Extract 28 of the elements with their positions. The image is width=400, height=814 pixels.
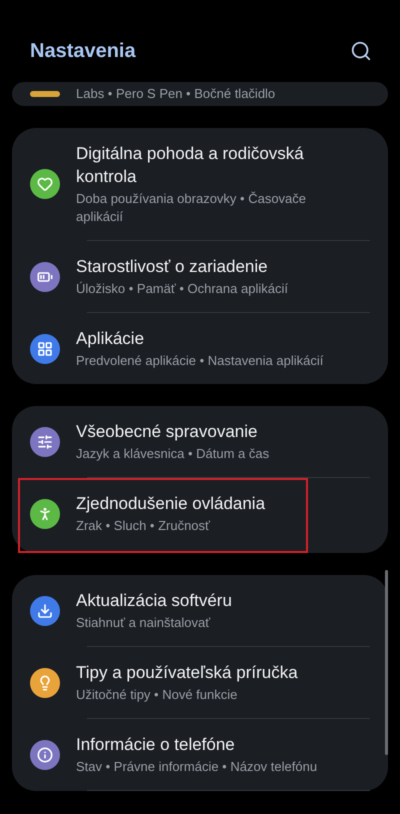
search-icon[interactable] bbox=[350, 40, 372, 62]
item-subtitle: Zrak • Sluch • Zručnosť bbox=[76, 517, 211, 535]
item-title: Aktualizácia softvéru bbox=[76, 590, 232, 612]
page-title: Nastavenia bbox=[30, 40, 136, 62]
settings-item[interactable]: Aplikácie Predvolené aplikácie • Nastavenia aplikácií bbox=[12, 313, 388, 384]
item-title: Informácie o telefóne bbox=[76, 734, 236, 756]
settings-item[interactable]: Starostlivosť o zariadenie Úložisko • Pamäť • Ochrana aplikácií bbox=[12, 241, 388, 312]
item-subtitle: Predvolené aplikácie • Nastavenia aplikácií bbox=[76, 352, 324, 370]
item-subtitle: Užitočné tipy • Nové funkcie bbox=[76, 686, 238, 704]
item-title: Digitálna pohoda a rodičovská kontrola bbox=[76, 143, 305, 188]
item-subtitle: Stav • Právne informácie • Názov telefónu bbox=[76, 758, 318, 776]
item-title: Zjednodušenie ovládania bbox=[76, 493, 266, 515]
item-title: Všeobecné spravovanie bbox=[76, 421, 258, 443]
item-title: Starostlivosť o zariadenie bbox=[76, 256, 269, 278]
settings-item[interactable]: Zjednodušenie ovládania Zrak • Sluch • Zručnosť bbox=[18, 478, 308, 553]
settings-item[interactable]: Labs • Pero S Pen • Bočné tlačidlo bbox=[12, 82, 388, 106]
settings-item[interactable]: Digitálna pohoda a rodičovská kontrola Doba používania obrazovky • Časovače aplikácií bbox=[12, 128, 388, 240]
item-subtitle: Doba používania obrazovky • Časovače aplikácií bbox=[76, 190, 308, 226]
item-subtitle: Labs • Pero S Pen • Bočné tlačidlo bbox=[76, 85, 276, 103]
item-title: Tipy a používateľská príručka bbox=[76, 662, 298, 684]
settings-item[interactable]: Všeobecné spravovanie Jazyk a klávesnica • Dátum a čas bbox=[12, 406, 388, 477]
item-title: Aplikácie bbox=[76, 328, 146, 350]
item-subtitle: Jazyk a klávesnica • Dátum a čas bbox=[76, 445, 270, 463]
settings-item[interactable]: Aktualizácia softvéru Stiahnuť a nainštalovať bbox=[12, 575, 388, 646]
settings-item[interactable]: Informácie o telefóne Stav • Právne informácie • Názov telefónu bbox=[12, 719, 388, 790]
item-subtitle: Úložisko • Pamäť • Ochrana aplikácií bbox=[76, 280, 288, 298]
settings-item[interactable]: Tipy a používateľská príručka Užitočné tipy • Nové funkcie bbox=[12, 647, 388, 718]
item-subtitle: Stiahnuť a nainštalovať bbox=[76, 614, 212, 632]
